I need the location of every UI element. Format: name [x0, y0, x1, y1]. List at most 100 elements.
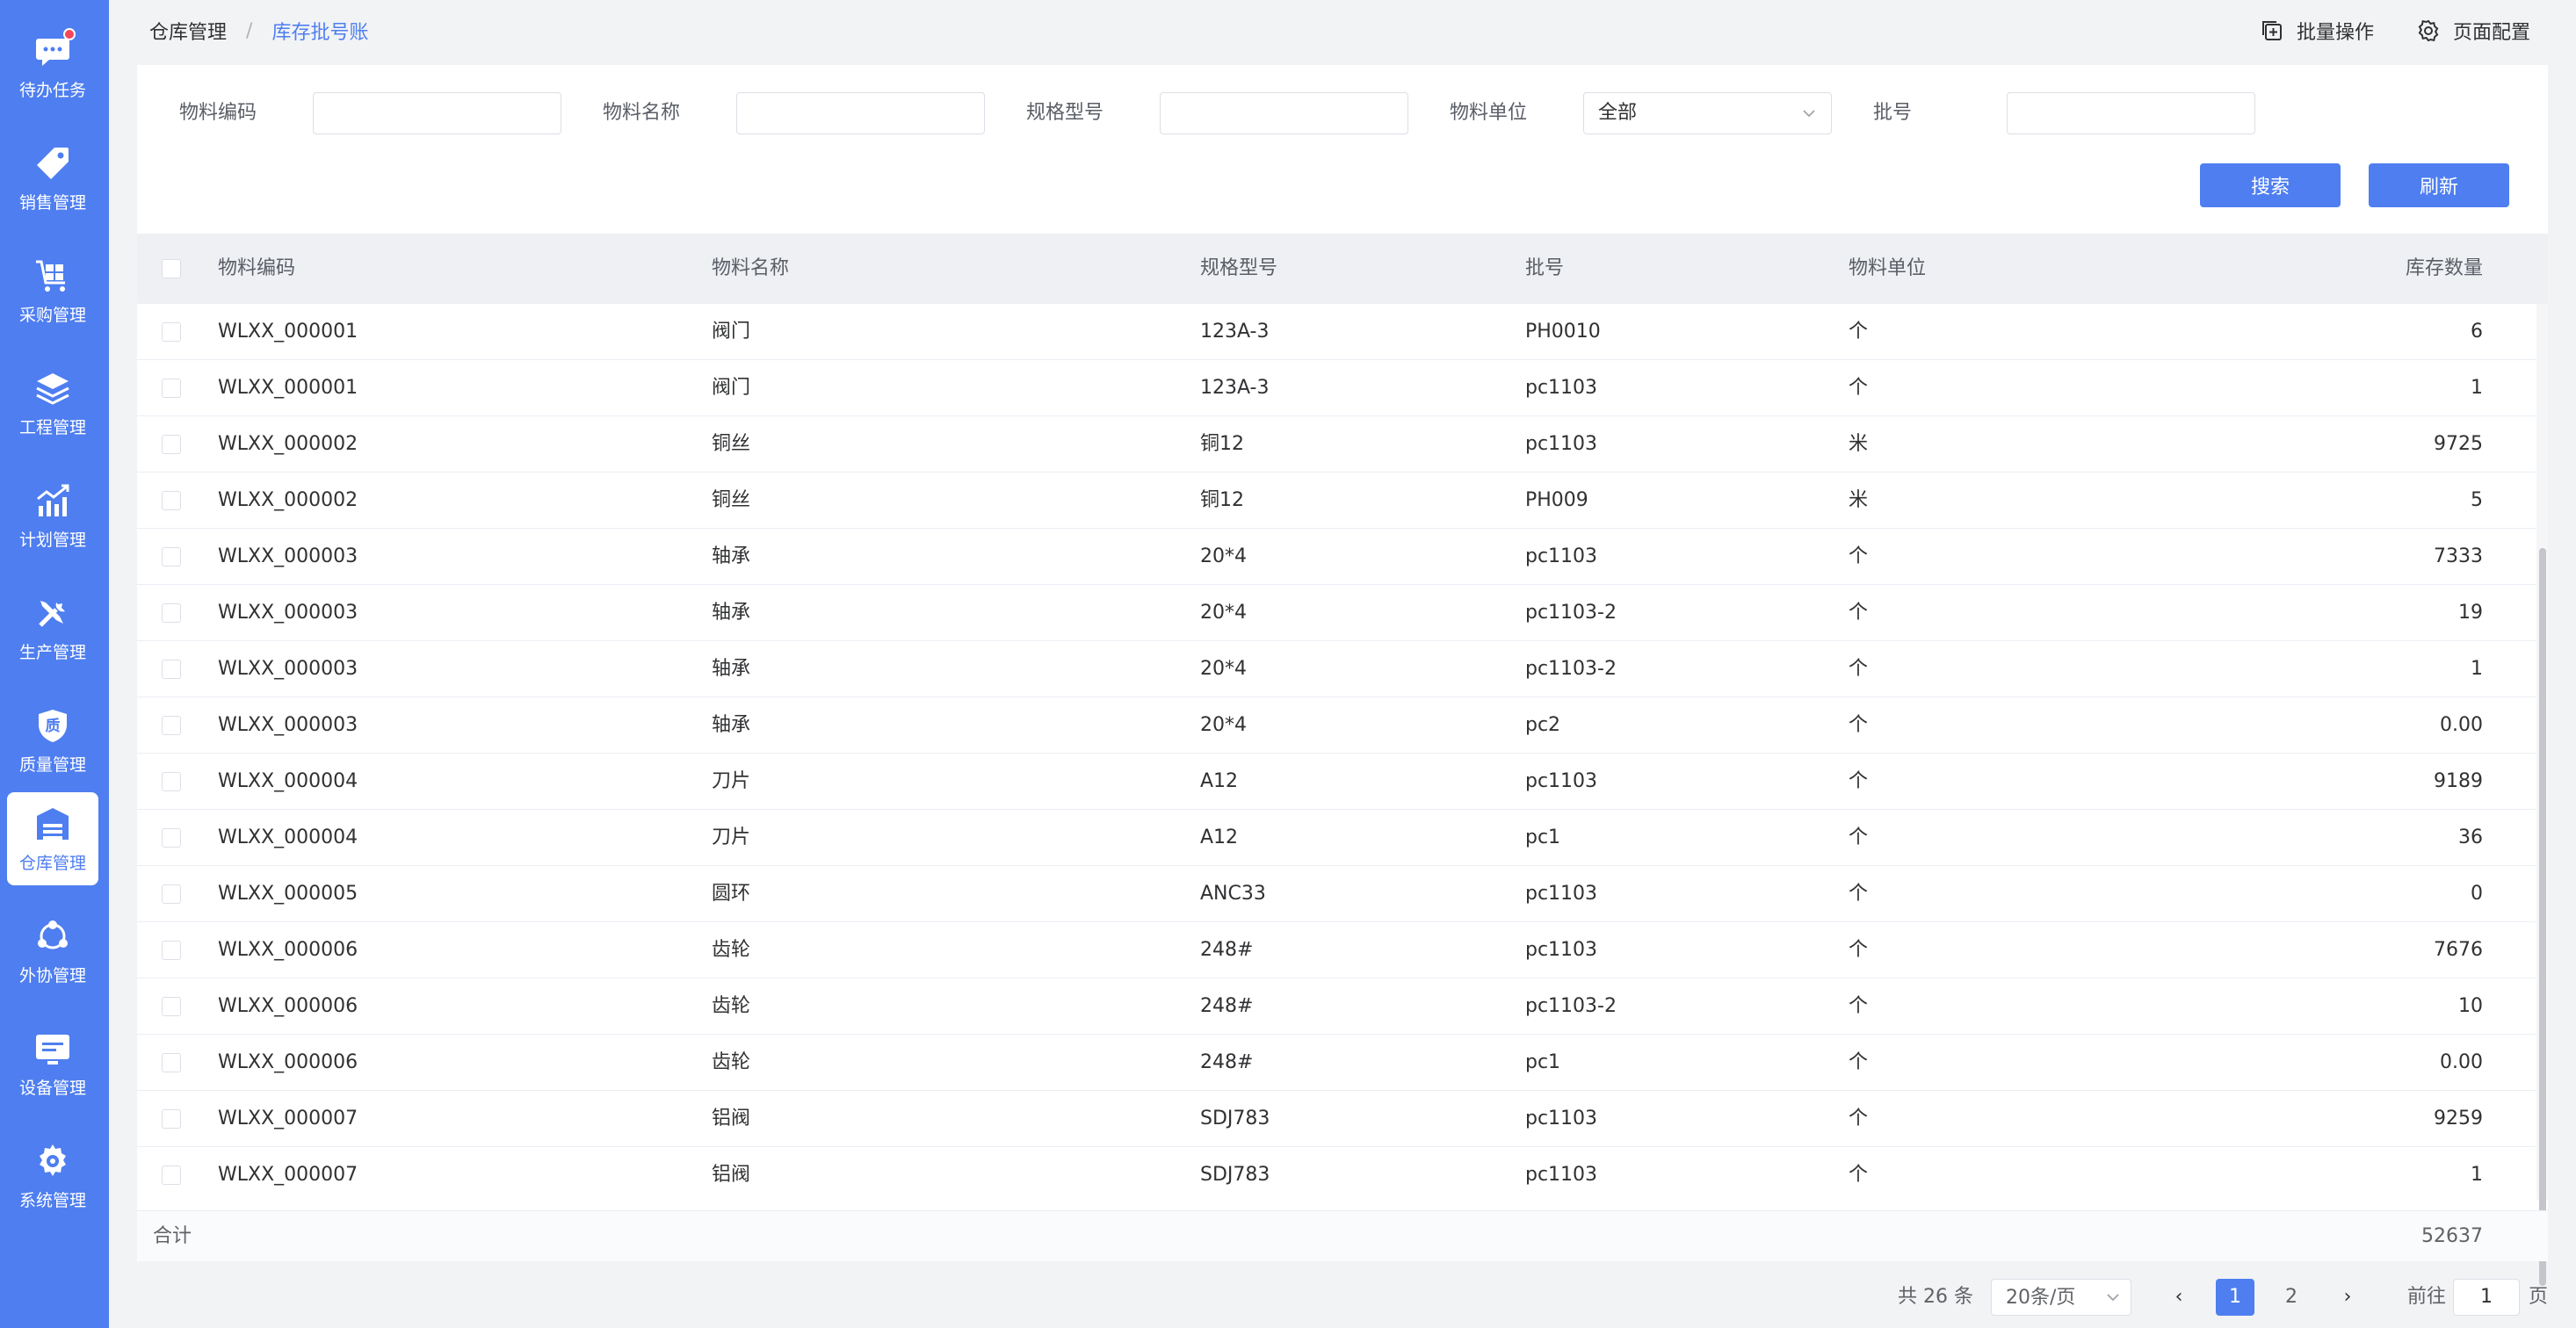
page-button-2[interactable]: 2: [2272, 1279, 2311, 1316]
cell-spec: 248#: [1200, 995, 1254, 1017]
cell-batch: PH0010: [1525, 321, 1601, 343]
table-row[interactable]: WLXX_000003 轴承 20*4 pc1103-2 个 19: [137, 585, 2536, 641]
filter-spec-input[interactable]: [1160, 92, 1408, 134]
header-spec: 规格型号: [1200, 257, 1278, 279]
table-row[interactable]: WLXX_000007 铝阀 SDJ783 pc1103 个 1: [137, 1147, 2536, 1200]
row-checkbox[interactable]: [162, 547, 181, 567]
table-row[interactable]: WLXX_000004 刀片 A12 pc1 个 36: [137, 810, 2536, 866]
search-button[interactable]: 搜索: [2200, 163, 2341, 207]
row-checkbox[interactable]: [162, 379, 181, 398]
cell-code: WLXX_000007: [218, 1164, 358, 1186]
table-row[interactable]: WLXX_000005 圆环 ANC33 pc1103 个 0: [137, 866, 2536, 922]
table-row[interactable]: WLXX_000004 刀片 A12 pc1103 个 9189: [137, 754, 2536, 810]
cell-unit: 个: [1849, 770, 1869, 792]
sidebar-item-3[interactable]: 工程管理: [7, 357, 98, 450]
row-checkbox[interactable]: [162, 603, 181, 623]
table-row[interactable]: WLXX_000006 齿轮 248# pc1 个 0.00: [137, 1035, 2536, 1091]
row-checkbox[interactable]: [162, 941, 181, 960]
cell-batch: pc1103-2: [1525, 658, 1617, 680]
goto-page-input[interactable]: [2453, 1279, 2520, 1316]
sidebar-item-label: 质量管理: [18, 754, 86, 775]
cell-name: 刀片: [712, 826, 751, 848]
row-checkbox[interactable]: [162, 1166, 181, 1185]
filter-unit-label: 物料单位: [1450, 102, 1528, 124]
row-checkbox[interactable]: [162, 660, 181, 679]
warehouse-icon: [33, 805, 72, 843]
cell-batch: pc1103-2: [1525, 602, 1617, 624]
filter-batch-input[interactable]: [2007, 92, 2255, 134]
row-checkbox[interactable]: [162, 435, 181, 454]
sidebar-item-0[interactable]: 待办任务: [7, 19, 98, 112]
row-checkbox[interactable]: [162, 884, 181, 904]
cell-unit: 个: [1849, 1164, 1869, 1186]
cell-code: WLXX_000002: [218, 489, 358, 511]
cell-code: WLXX_000003: [218, 602, 358, 624]
sidebar-item-5[interactable]: 生产管理: [7, 581, 98, 675]
cell-name: 齿轮: [712, 1051, 751, 1073]
table-row[interactable]: WLXX_000001 阀门 123A-3 PH0010 个 6: [137, 304, 2536, 360]
scrollbar-thumb[interactable]: [2539, 548, 2546, 1286]
refresh-button[interactable]: 刷新: [2369, 163, 2509, 207]
sidebar-item-1[interactable]: 销售管理: [7, 132, 98, 225]
cell-name: 轴承: [712, 545, 751, 567]
header-actions: 批量操作 页面配置: [2260, 0, 2530, 61]
filter-name-input[interactable]: [736, 92, 985, 134]
prev-page-button[interactable]: ‹: [2161, 1279, 2196, 1316]
page-size-select[interactable]: 20条/页: [1991, 1279, 2131, 1316]
sidebar-item-8[interactable]: 外协管理: [7, 905, 98, 998]
cell-code: WLXX_000001: [218, 321, 358, 343]
sidebar-item-7[interactable]: 仓库管理: [7, 792, 98, 885]
next-page-button[interactable]: ›: [2330, 1279, 2365, 1316]
cell-name: 铜丝: [712, 433, 751, 455]
filter-code-input[interactable]: [313, 92, 561, 134]
cell-batch: pc1: [1525, 826, 1561, 848]
sidebar-item-6[interactable]: 质质量管理: [7, 694, 98, 787]
header-code: 物料编码: [218, 257, 296, 279]
sidebar-item-9[interactable]: 设备管理: [7, 1017, 98, 1110]
breadcrumb-root[interactable]: 仓库管理: [149, 17, 227, 45]
cell-code: WLXX_000003: [218, 658, 358, 680]
filter-unit-value: 全部: [1598, 102, 1638, 124]
row-checkbox[interactable]: [162, 716, 181, 735]
batch-operation-button[interactable]: 批量操作: [2260, 17, 2374, 45]
cell-code: WLXX_000001: [218, 377, 358, 399]
row-checkbox[interactable]: [162, 828, 181, 848]
cell-qty: 19: [2458, 602, 2483, 624]
sidebar-item-4[interactable]: 计划管理: [7, 469, 98, 562]
cell-spec: 248#: [1200, 1051, 1254, 1073]
cell-name: 阀门: [712, 377, 751, 399]
table-row[interactable]: WLXX_000006 齿轮 248# pc1103-2 个 10: [137, 978, 2536, 1035]
cell-code: WLXX_000007: [218, 1108, 358, 1130]
table-row[interactable]: WLXX_000003 轴承 20*4 pc1103-2 个 1: [137, 641, 2536, 697]
sidebar-item-2[interactable]: 采购管理: [7, 244, 98, 337]
row-checkbox[interactable]: [162, 997, 181, 1016]
row-checkbox[interactable]: [162, 1053, 181, 1072]
main-card: 物料编码 物料名称 规格型号 物料单位 全部 批号 搜索 刷新 物料编码 物料名…: [137, 65, 2548, 1286]
filter-unit-select[interactable]: 全部: [1583, 92, 1832, 134]
cell-qty: 36: [2458, 826, 2483, 848]
header-unit: 物料单位: [1849, 257, 1927, 279]
row-checkbox[interactable]: [162, 772, 181, 791]
table-row[interactable]: WLXX_000002 铜丝 铜12 PH009 米 5: [137, 473, 2536, 529]
sidebar-item-label: 工程管理: [18, 417, 86, 437]
select-all-checkbox[interactable]: [162, 259, 181, 278]
table-row[interactable]: WLXX_000006 齿轮 248# pc1103 个 7676: [137, 922, 2536, 978]
cell-qty: 0.00: [2440, 1051, 2483, 1073]
table-row[interactable]: WLXX_000001 阀门 123A-3 pc1103 个 1: [137, 360, 2536, 416]
table-row[interactable]: WLXX_000002 铜丝 铜12 pc1103 米 9725: [137, 416, 2536, 473]
page-button-1[interactable]: 1: [2216, 1279, 2254, 1316]
row-checkbox[interactable]: [162, 322, 181, 342]
row-checkbox[interactable]: [162, 491, 181, 510]
table-row[interactable]: WLXX_000003 轴承 20*4 pc2 个 0.00: [137, 697, 2536, 754]
cell-spec: 20*4: [1200, 714, 1247, 736]
cell-spec: 20*4: [1200, 602, 1247, 624]
sidebar-item-10[interactable]: 系统管理: [7, 1130, 98, 1223]
cell-spec: 123A-3: [1200, 377, 1270, 399]
row-checkbox[interactable]: [162, 1109, 181, 1129]
page-config-button[interactable]: 页面配置: [2416, 17, 2530, 45]
table-row[interactable]: WLXX_000007 铝阀 SDJ783 pc1103 个 9259: [137, 1091, 2536, 1147]
cell-spec: SDJ783: [1200, 1108, 1270, 1130]
cell-spec: 铜12: [1200, 489, 1244, 511]
table-row[interactable]: WLXX_000003 轴承 20*4 pc1103 个 7333: [137, 529, 2536, 585]
table-scrollbar[interactable]: [2536, 304, 2548, 1286]
